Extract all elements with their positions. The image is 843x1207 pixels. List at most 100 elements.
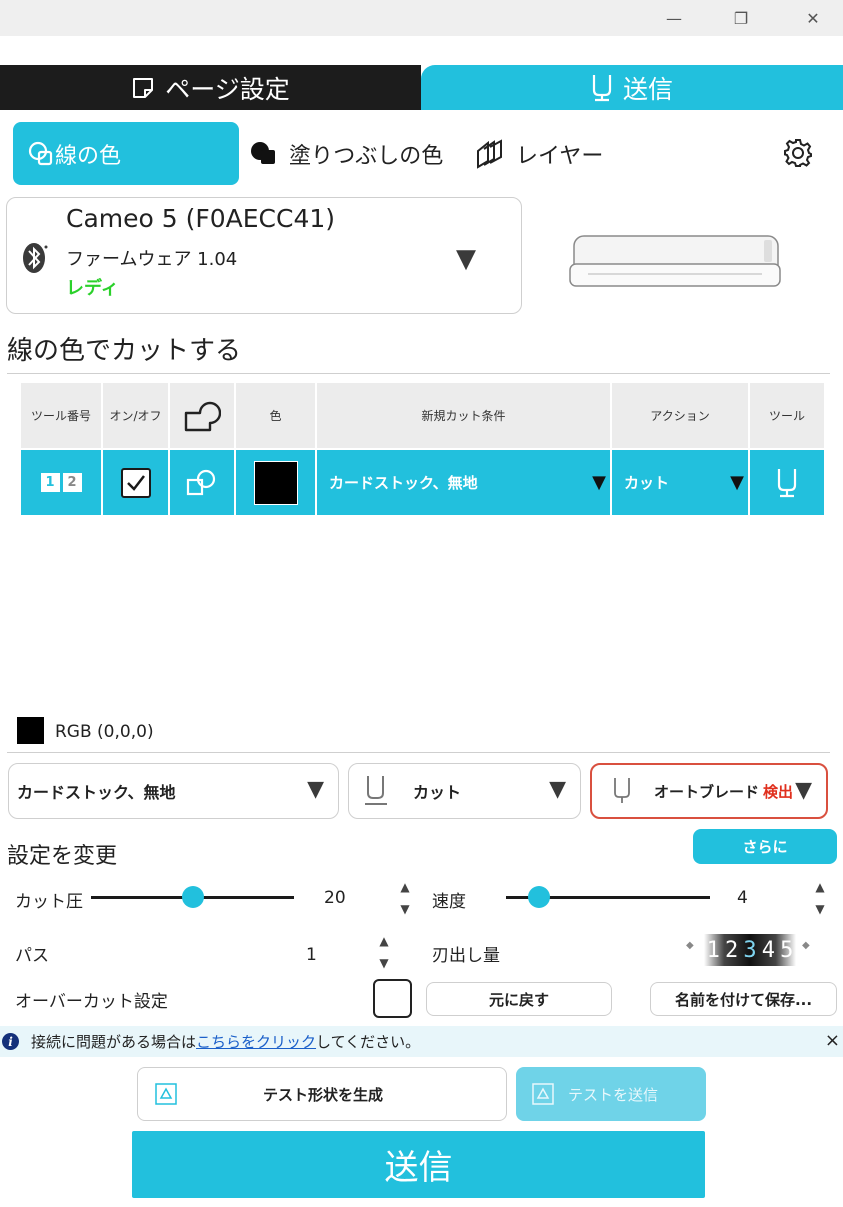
- action-dropdown[interactable]: カット ▼: [348, 763, 581, 819]
- info-text-prefix: 接続に問題がある場合は: [31, 1033, 197, 1051]
- row-material: カードストック、無地: [329, 474, 478, 492]
- row-tool-number[interactable]: 1 2: [21, 450, 103, 515]
- info-close-button[interactable]: ×: [825, 1030, 840, 1051]
- rgb-swatch: [17, 717, 44, 744]
- tab-layer-label: レイヤー: [516, 143, 604, 169]
- row-enabled-checkbox[interactable]: [103, 450, 170, 515]
- material-dropdown[interactable]: カードストック、無地 ▼: [8, 763, 339, 819]
- force-slider-thumb[interactable]: [181, 886, 204, 908]
- header-material: 新規カット条件: [317, 383, 612, 448]
- blade-depth-digit: 5: [780, 937, 794, 963]
- row-color[interactable]: [236, 450, 317, 515]
- down-arrow-icon: ▼: [400, 902, 410, 916]
- row-action: カット: [624, 474, 670, 492]
- tab-line-color-label: 線の色: [55, 143, 122, 169]
- more-button[interactable]: さらに: [693, 829, 837, 864]
- speed-value: 4: [737, 888, 748, 908]
- row-material-dropdown[interactable]: カードストック、無地 ▼: [317, 450, 612, 515]
- up-arrow-icon: ▲: [815, 880, 825, 894]
- minimize-button[interactable]: —: [651, 0, 697, 36]
- chevron-down-icon: ▼: [730, 472, 744, 493]
- tab-page-setup[interactable]: ページ設定: [0, 65, 421, 110]
- overcut-label: オーバーカット設定: [15, 992, 168, 1012]
- restore-button[interactable]: ❐: [718, 0, 764, 36]
- tab-line-color[interactable]: 線の色: [13, 122, 239, 185]
- speed-stepper[interactable]: ▲ ▼: [813, 880, 827, 916]
- tab-fill-color-label: 塗りつぶしの色: [289, 143, 444, 169]
- section-title: 線の色でカットする: [7, 336, 242, 366]
- tool-2-badge: 2: [62, 473, 82, 492]
- up-arrow-icon: ▲: [379, 934, 389, 948]
- down-arrow-icon: ▼: [815, 902, 825, 916]
- blade-holder-icon: [777, 468, 797, 497]
- force-label: カット圧: [15, 892, 83, 912]
- passes-value: 1: [306, 945, 317, 965]
- blade-depth-digit: 2: [724, 937, 739, 963]
- up-arrow-icon: ▲: [400, 880, 410, 894]
- rgb-label: RGB (0,0,0): [55, 722, 154, 742]
- down-arrow-icon: ▼: [379, 956, 389, 970]
- force-value: 20: [324, 888, 346, 908]
- blade-depth-digit: 4: [761, 937, 775, 963]
- passes-stepper[interactable]: ▲ ▼: [377, 934, 391, 970]
- color-swatch: [253, 460, 298, 505]
- restore-icon: ❐: [733, 8, 749, 28]
- blade-detected-badge: 検出: [763, 782, 794, 801]
- header-color: 色: [236, 383, 317, 448]
- header-tool: ツール: [750, 383, 824, 448]
- line-color-shape-icon: [186, 469, 216, 495]
- row-tool[interactable]: [750, 450, 824, 515]
- chevron-down-icon: ▼: [307, 777, 324, 802]
- tab-layer[interactable]: レイヤー: [474, 122, 603, 185]
- blade-holder-icon: [592, 74, 612, 101]
- minimize-icon: —: [666, 8, 682, 28]
- speed-slider-thumb[interactable]: [527, 886, 550, 908]
- info-link[interactable]: こちらをクリック: [196, 1031, 316, 1052]
- generate-test-shape-button[interactable]: テスト形状を生成: [137, 1067, 507, 1121]
- settings-button[interactable]: [782, 137, 814, 173]
- checkbox-checked-icon: [120, 467, 151, 498]
- divider: [7, 752, 830, 753]
- row-action-dropdown[interactable]: カット ▼: [612, 450, 750, 515]
- send-button[interactable]: 送信: [132, 1131, 705, 1198]
- tool-dropdown[interactable]: オートブレード 検出 ▼: [590, 763, 828, 819]
- decrease-arrow-icon[interactable]: ◆: [686, 940, 694, 951]
- tab-fill-color[interactable]: 塗りつぶしの色: [249, 122, 443, 185]
- tab-page-setup-label: ページ設定: [165, 74, 290, 104]
- speed-label: 速度: [432, 892, 466, 912]
- chevron-down-icon: ▼: [592, 472, 606, 493]
- blade-holder-icon: [365, 776, 387, 805]
- line-color-icon: [28, 141, 53, 165]
- tab-send[interactable]: 送信: [421, 65, 843, 110]
- header-action: アクション: [612, 383, 750, 448]
- save-as-button[interactable]: 名前を付けて保存...: [650, 982, 837, 1016]
- revert-button[interactable]: 元に戻す: [426, 982, 612, 1016]
- blade-depth-counter[interactable]: 1 2 3 4 5: [704, 934, 796, 966]
- tab-send-label: 送信: [622, 74, 673, 104]
- force-stepper[interactable]: ▲ ▼: [398, 880, 412, 916]
- info-icon: i: [2, 1033, 19, 1050]
- chevron-down-icon: ▼: [795, 778, 812, 803]
- bluetooth-icon: [22, 240, 48, 280]
- blade-depth-digit: 1: [706, 937, 720, 963]
- material-dropdown-value: カードストック、無地: [17, 783, 176, 802]
- fill-color-icon: [251, 141, 275, 164]
- settings-title: 設定を変更: [7, 844, 118, 869]
- increase-arrow-icon[interactable]: ◆: [802, 940, 810, 951]
- header-shape: [170, 383, 236, 448]
- send-test-button[interactable]: テストを送信: [516, 1067, 706, 1121]
- row-shape[interactable]: [170, 450, 236, 515]
- close-button[interactable]: ✕: [790, 0, 836, 36]
- action-dropdown-value: カット: [413, 783, 462, 802]
- blade-holder-icon: [614, 778, 630, 803]
- overcut-checkbox[interactable]: [373, 979, 412, 1018]
- tool-dropdown-value: オートブレード: [654, 782, 760, 801]
- device-dropdown-arrow[interactable]: ▼: [456, 244, 476, 274]
- cutter-machine-image: [568, 230, 782, 296]
- device-firmware: ファームウェア 1.04: [66, 249, 238, 270]
- layer-icon: [477, 138, 502, 169]
- info-bar: i 接続に問題がある場合は こちらをクリック してください。 ×: [0, 1026, 843, 1057]
- shape-outline-icon: [184, 401, 221, 431]
- info-text-suffix: してください。: [316, 1033, 421, 1051]
- test-shape-icon: [532, 1083, 554, 1105]
